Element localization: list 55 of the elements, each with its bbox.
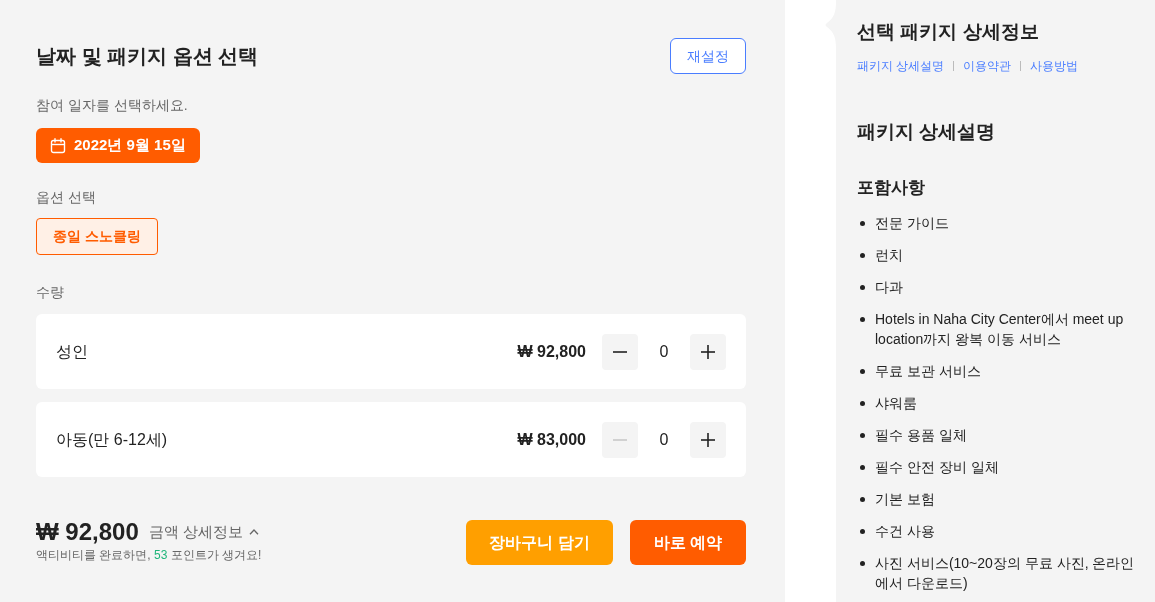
plus-button[interactable] bbox=[690, 333, 726, 370]
bullet-icon bbox=[860, 529, 865, 534]
panel-title: 선택 패키지 상세정보 bbox=[857, 20, 1040, 44]
price-detail-toggle[interactable]: 금액 상세정보 bbox=[148, 520, 259, 544]
included-item: 필수 용품 일체 bbox=[875, 426, 968, 445]
included-item: 샤워룸 bbox=[875, 394, 918, 413]
detail-link[interactable]: 사용방법 bbox=[1030, 58, 1079, 74]
ticket-name: 성인 bbox=[56, 341, 88, 362]
option-label: 옵션 선택 bbox=[36, 188, 96, 207]
calendar-icon bbox=[50, 137, 66, 154]
plus-button[interactable] bbox=[690, 421, 726, 458]
bullet-icon bbox=[860, 433, 865, 438]
reset-button[interactable]: 재설정 bbox=[670, 38, 746, 74]
included-item: 기본 보험 bbox=[875, 490, 936, 509]
ticket-price: ₩ 92,800 bbox=[517, 341, 586, 362]
included-item: 다과 bbox=[875, 278, 904, 297]
points-note: 액티비티를 완료하면, 53 포인트가 생겨요! bbox=[36, 547, 262, 563]
caret-icon bbox=[248, 529, 259, 535]
detail-link[interactable]: 이용약관 bbox=[963, 58, 1012, 74]
book-now-button[interactable]: 바로 예약 bbox=[630, 520, 746, 565]
included-item: 사진 서비스(10~20장의 무료 사진, 온라인에서 다운로드) bbox=[875, 554, 1136, 593]
bullet-icon bbox=[860, 497, 865, 502]
bullet-icon bbox=[860, 253, 865, 258]
minus-button[interactable] bbox=[602, 333, 638, 370]
bullet-icon bbox=[860, 561, 865, 566]
date-picker-button[interactable]: 2022년 9월 15일 bbox=[36, 128, 200, 163]
included-item: 전문 가이드 bbox=[875, 214, 950, 233]
minus-icon bbox=[613, 350, 627, 353]
included-item: 필수 안전 장비 일체 bbox=[875, 458, 1000, 477]
bullet-icon bbox=[860, 285, 865, 290]
bullet-icon bbox=[860, 401, 865, 406]
quantity-value: 0 bbox=[658, 341, 670, 362]
plus-icon bbox=[701, 344, 715, 359]
ticket-name: 아동(만 6-12세) bbox=[56, 429, 168, 450]
bullet-icon bbox=[860, 465, 865, 470]
bullet-icon bbox=[860, 221, 865, 226]
bullet-icon bbox=[860, 317, 865, 322]
minus-icon bbox=[613, 438, 627, 441]
included-item: 수건 사용 bbox=[875, 522, 936, 541]
quantity-label: 수량 bbox=[36, 283, 64, 302]
date-prompt: 참여 일자를 선택하세요. bbox=[36, 96, 188, 115]
included-item: 무료 보관 서비스 bbox=[875, 362, 982, 381]
total-price: ₩ 92,800 bbox=[36, 517, 139, 547]
bullet-icon bbox=[860, 369, 865, 374]
section-heading: 패키지 상세설명 bbox=[857, 120, 997, 144]
section-title: 날짜 및 패키지 옵션 선택 bbox=[36, 44, 259, 69]
included-item: 런치 bbox=[875, 246, 904, 265]
detail-link[interactable]: 패키지 상세설명 bbox=[857, 58, 945, 74]
plus-icon bbox=[701, 432, 715, 447]
ticket-price: ₩ 83,000 bbox=[517, 429, 586, 450]
add-to-cart-button[interactable]: 장바구니 담기 bbox=[466, 520, 613, 565]
subsection-heading: 포함사항 bbox=[857, 177, 926, 199]
quantity-value: 0 bbox=[658, 429, 670, 450]
option-chip[interactable]: 종일 스노클링 bbox=[36, 218, 158, 255]
included-item: Hotels in Naha City Center에서 meet up location까지 왕복 이동 서비스 bbox=[875, 310, 1125, 349]
